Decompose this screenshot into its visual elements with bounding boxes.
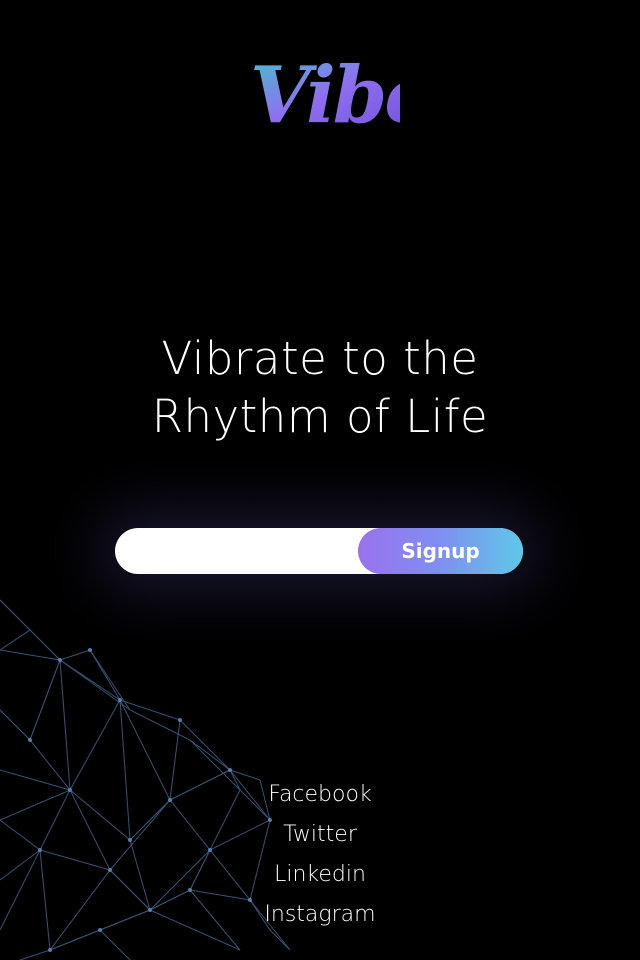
- signup-form: Signup: [115, 528, 523, 574]
- social-link-linkedin[interactable]: Linkedin: [0, 855, 640, 895]
- logo-text: Vibe: [250, 50, 400, 141]
- headline-line-2: Rhythm of Life: [151, 390, 489, 443]
- headline-line-1: Vibrate to the: [161, 332, 479, 385]
- social-link-twitter[interactable]: Twitter: [0, 815, 640, 855]
- social-link-facebook[interactable]: Facebook: [0, 775, 640, 815]
- vibe-logo: Vibe: [250, 50, 400, 141]
- signup-button[interactable]: Signup: [358, 528, 523, 574]
- social-links: Facebook Twitter Linkedin Instagram: [0, 775, 640, 935]
- hero-headline: Vibrate to the Rhythm of Life: [0, 330, 640, 446]
- social-link-instagram[interactable]: Instagram: [0, 895, 640, 935]
- email-input[interactable]: [115, 528, 365, 574]
